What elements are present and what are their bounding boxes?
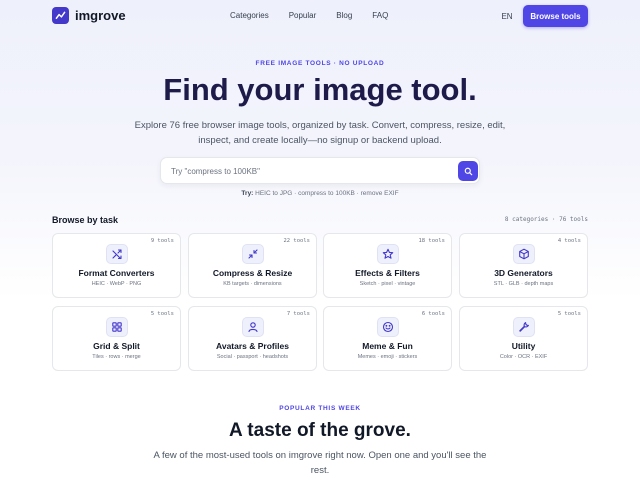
- category-subtitle: Tiles · rows · merge: [92, 354, 141, 360]
- tool-count: 5 tools: [557, 311, 581, 317]
- try-examples[interactable]: HEIC to JPG · compress to 100KB · remove…: [255, 190, 398, 197]
- category-title: 3D Generators: [494, 268, 553, 278]
- category-card-compress-resize[interactable]: 22 tools Compress & Resize KB targets · …: [188, 233, 317, 298]
- category-card-3d-generators[interactable]: 4 tools 3D Generators STL · GLB · depth …: [459, 233, 588, 298]
- tool-count: 18 tools: [418, 238, 446, 244]
- category-subtitle: Sketch · pixel · vintage: [359, 281, 416, 287]
- browse-title: Browse by task: [52, 215, 119, 225]
- logo[interactable]: imgrove: [52, 7, 126, 24]
- top-nav: imgrove Categories Popular Blog FAQ EN B…: [0, 0, 640, 33]
- minimize-icon: [242, 244, 264, 264]
- search-suggestions: Try: HEIC to JPG · compress to 100KB · r…: [0, 190, 640, 197]
- popular-subtitle: A few of the most-used tools on imgrove …: [153, 450, 487, 476]
- grid-icon: [106, 317, 128, 337]
- tool-count: 22 tools: [283, 238, 311, 244]
- language-selector[interactable]: EN: [496, 6, 518, 26]
- category-card-effects-filters[interactable]: 18 tools Effects & Filters Sketch · pixe…: [323, 233, 452, 298]
- category-subtitle: Social · passport · headshots: [216, 354, 289, 360]
- search-button[interactable]: [458, 161, 478, 181]
- popular-title: A taste of the grove.: [229, 420, 411, 441]
- category-title: Avatars & Profiles: [216, 341, 289, 351]
- popular-eyebrow: POPULAR THIS WEEK: [279, 405, 361, 412]
- hero-title: Find your image tool.: [163, 72, 477, 107]
- try-label: Try:: [241, 190, 254, 197]
- search-bar: [160, 157, 480, 184]
- category-title: Effects & Filters: [355, 268, 420, 278]
- category-card-utility[interactable]: 5 tools Utility Color · OCR · EXIF: [459, 306, 588, 371]
- category-subtitle: STL · GLB · depth maps: [493, 281, 554, 287]
- tool-count: 5 tools: [150, 311, 174, 317]
- hero-eyebrow: FREE IMAGE TOOLS · NO UPLOAD: [255, 60, 385, 67]
- category-title: Compress & Resize: [212, 268, 293, 278]
- tool-count: 4 tools: [557, 238, 581, 244]
- category-subtitle: HEIC · WebP · PNG: [91, 281, 142, 287]
- wrench-icon: [513, 317, 535, 337]
- nav-links: Categories Popular Blog FAQ: [230, 11, 408, 20]
- nav-link-categories[interactable]: Categories: [230, 11, 269, 20]
- nav-link-faq[interactable]: FAQ: [372, 11, 388, 20]
- category-title: Utility: [511, 341, 536, 351]
- star-icon: [377, 244, 399, 264]
- category-card-avatars-profiles[interactable]: 7 tools Avatars & Profiles Social · pass…: [188, 306, 317, 371]
- nav-link-blog[interactable]: Blog: [336, 11, 352, 20]
- category-subtitle: Memes · emoji · stickers: [357, 354, 418, 360]
- category-card-format-converters[interactable]: 9 tools Format Converters HEIC · WebP · …: [52, 233, 181, 298]
- cube-icon: [513, 244, 535, 264]
- browse-meta: 8 categories · 76 tools: [504, 216, 588, 223]
- search-input[interactable]: [171, 164, 451, 179]
- browse-tools-button[interactable]: Browse tools: [523, 5, 588, 27]
- brand-name: imgrove: [75, 8, 126, 23]
- category-subtitle: Color · OCR · EXIF: [499, 354, 548, 360]
- category-title: Grid & Split: [93, 341, 140, 351]
- category-subtitle: KB targets · dimensions: [223, 281, 282, 287]
- category-title: Meme & Fun: [362, 341, 413, 351]
- shuffle-icon: [106, 244, 128, 264]
- sparkline-icon: [52, 7, 69, 24]
- smile-icon: [377, 317, 399, 337]
- user-icon: [242, 317, 264, 337]
- category-card-grid-split[interactable]: 5 tools Grid & Split Tiles · rows · merg…: [52, 306, 181, 371]
- search-icon: [464, 167, 473, 176]
- category-title: Format Converters: [78, 268, 155, 278]
- nav-link-popular[interactable]: Popular: [289, 11, 317, 20]
- tool-count: 6 tools: [421, 311, 445, 317]
- tool-count: 7 tools: [286, 311, 310, 317]
- hero-subtitle: Explore 76 free browser image tools, org…: [134, 120, 506, 146]
- tool-count: 9 tools: [150, 238, 174, 244]
- category-card-meme-fun[interactable]: 6 tools Meme & Fun Memes · emoji · stick…: [323, 306, 452, 371]
